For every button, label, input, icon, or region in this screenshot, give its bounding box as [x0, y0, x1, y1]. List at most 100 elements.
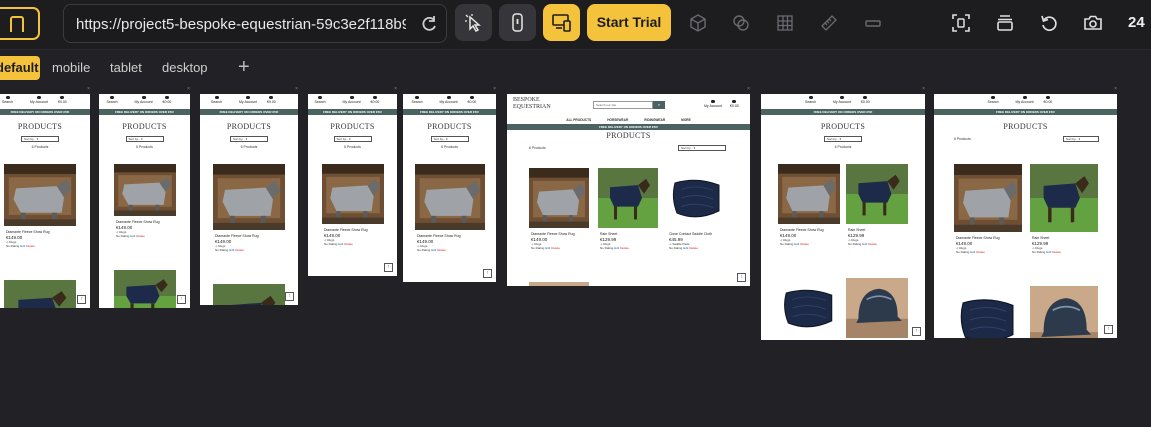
product-image[interactable]: [778, 164, 840, 224]
delete-link[interactable]: Delete: [1052, 250, 1061, 254]
zoom-level[interactable]: 24: [1128, 14, 1145, 31]
product-image[interactable]: [1030, 286, 1098, 338]
product-image[interactable]: [114, 164, 176, 216]
product-image[interactable]: [954, 286, 1022, 338]
sort-select[interactable]: Sort by... ▾: [333, 136, 372, 142]
back-to-top-button[interactable]: ↑: [77, 295, 86, 304]
close-icon[interactable]: ×: [1114, 86, 1117, 92]
account-link[interactable]: My Account: [343, 96, 361, 104]
delete-link[interactable]: Delete: [620, 246, 629, 250]
camera-icon[interactable]: [1083, 13, 1103, 33]
search-link[interactable]: Search: [315, 96, 326, 104]
account-link[interactable]: My Account: [704, 100, 722, 108]
search-link[interactable]: Search: [988, 96, 999, 104]
nav-link[interactable]: RIDINGWEAR: [644, 118, 665, 122]
ruler-icon[interactable]: [819, 13, 839, 33]
product-image[interactable]: [954, 164, 1022, 232]
bag-link[interactable]: €0.00: [468, 96, 476, 104]
delete-link[interactable]: Delete: [551, 246, 560, 250]
product-image[interactable]: [778, 278, 840, 338]
bag-link[interactable]: €0.00: [58, 96, 67, 104]
account-link[interactable]: My Account: [833, 96, 851, 104]
product-image[interactable]: [213, 284, 285, 305]
search-link[interactable]: Search: [2, 96, 13, 104]
stack-icon[interactable]: [995, 13, 1015, 33]
nav-link[interactable]: HORSEWEAR: [607, 118, 628, 122]
product-image[interactable]: [1030, 164, 1098, 232]
delete-link[interactable]: Delete: [800, 242, 809, 246]
product-image[interactable]: [846, 278, 908, 338]
delete-link[interactable]: Delete: [868, 242, 877, 246]
back-to-top-button[interactable]: ↑: [483, 269, 492, 278]
product-image[interactable]: [4, 164, 76, 226]
account-link[interactable]: My Account: [135, 96, 153, 104]
account-link[interactable]: My Account: [440, 96, 458, 104]
delete-link[interactable]: Delete: [976, 250, 985, 254]
bag-link[interactable]: €0.00: [861, 96, 870, 104]
back-to-top-button[interactable]: ↑: [177, 295, 186, 304]
bag-link[interactable]: €0.00: [730, 100, 739, 108]
product-image[interactable]: [415, 164, 485, 230]
reload-icon[interactable]: [419, 14, 439, 34]
search-button[interactable]: ⌕: [653, 101, 665, 109]
sort-select[interactable]: Sort by... ▾: [1063, 136, 1099, 142]
undo-icon[interactable]: [1039, 13, 1059, 33]
search-link[interactable]: Search: [805, 96, 816, 104]
account-link[interactable]: My Account: [239, 96, 257, 104]
tab-default[interactable]: default: [0, 56, 40, 80]
site-logo[interactable]: BESPOKE EQUESTRIAN: [513, 97, 551, 111]
sort-select[interactable]: Sort by... ▾: [230, 136, 268, 142]
url-text[interactable]: https://project5-bespoke-equestrian-59c3…: [76, 16, 406, 33]
back-to-top-button[interactable]: ↑: [285, 292, 294, 301]
sort-select[interactable]: Sort by... ▾: [125, 136, 164, 142]
back-to-top-button[interactable]: ↑: [1104, 325, 1113, 334]
search-link[interactable]: Search: [412, 96, 423, 104]
close-icon[interactable]: ×: [87, 86, 90, 92]
nav-link[interactable]: ALL PRODUCTS: [566, 118, 591, 122]
product-image[interactable]: [667, 168, 727, 228]
close-icon[interactable]: ×: [295, 86, 298, 92]
tab-mobile[interactable]: mobile: [52, 56, 90, 80]
bag-link[interactable]: €0.00: [1044, 96, 1052, 104]
close-icon[interactable]: ×: [187, 86, 190, 92]
add-tab-button[interactable]: +: [238, 56, 250, 78]
delete-link[interactable]: Delete: [689, 246, 698, 250]
sort-select[interactable]: Sort by... ▾: [824, 136, 862, 142]
account-link[interactable]: My Account: [1016, 96, 1034, 104]
close-icon[interactable]: ×: [394, 86, 397, 92]
close-icon[interactable]: ×: [747, 86, 750, 92]
product-image[interactable]: [529, 168, 589, 228]
sort-select[interactable]: Sort by... ▾: [678, 145, 726, 151]
bag-link[interactable]: €0.00: [267, 96, 276, 104]
responsive-view-button[interactable]: [543, 4, 580, 41]
cube-icon[interactable]: [688, 13, 708, 33]
delete-link[interactable]: Delete: [344, 242, 353, 246]
product-image[interactable]: [213, 164, 285, 230]
tab-tablet[interactable]: tablet: [110, 56, 142, 80]
pointer-button[interactable]: [455, 4, 492, 41]
close-icon[interactable]: ×: [922, 86, 925, 92]
delete-link[interactable]: Delete: [136, 234, 145, 238]
sort-select[interactable]: Sort by... ▾: [430, 136, 469, 142]
back-to-top-button[interactable]: ↑: [912, 327, 921, 336]
logo-icon[interactable]: [0, 7, 40, 40]
product-image[interactable]: [529, 282, 589, 286]
product-image[interactable]: [598, 168, 658, 228]
product-image[interactable]: [846, 164, 908, 224]
product-image[interactable]: [4, 280, 76, 308]
overlap-icon[interactable]: [731, 13, 751, 33]
search-link[interactable]: Search: [107, 96, 118, 104]
search-input[interactable]: Search our site: [593, 101, 653, 109]
start-trial-button[interactable]: Start Trial: [587, 4, 671, 41]
back-to-top-button[interactable]: ↑: [384, 263, 393, 272]
delete-link[interactable]: Delete: [26, 244, 35, 248]
product-image[interactable]: [114, 270, 176, 308]
delete-link[interactable]: Delete: [235, 248, 244, 252]
bag-link[interactable]: €0.00: [371, 96, 379, 104]
close-icon[interactable]: ×: [493, 86, 496, 92]
delete-link[interactable]: Delete: [437, 248, 446, 252]
product-image[interactable]: [322, 164, 384, 224]
url-bar[interactable]: https://project5-bespoke-equestrian-59c3…: [63, 4, 447, 43]
sort-select[interactable]: Sort by... ▾: [21, 136, 59, 142]
nav-link[interactable]: MORE: [681, 118, 691, 122]
